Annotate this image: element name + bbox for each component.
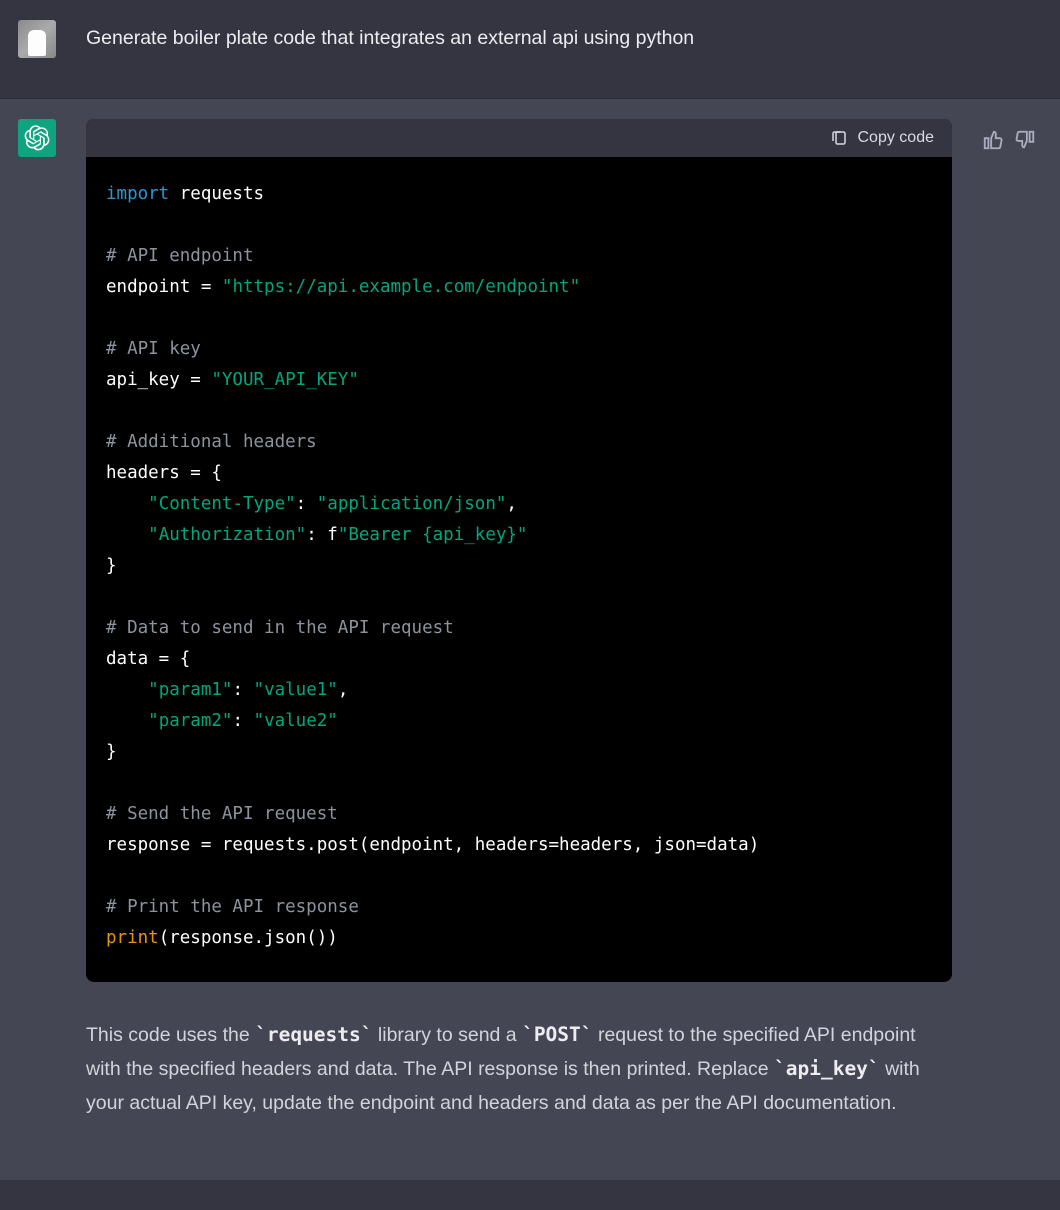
code-token: endpoint =	[106, 277, 222, 297]
code-token: # API key	[106, 339, 201, 359]
explanation-text: library to send a	[373, 1024, 523, 1046]
code-token: "param2"	[148, 711, 232, 731]
assistant-explanation: This code uses the `requests` library to…	[86, 1018, 952, 1120]
user-avatar	[18, 20, 56, 58]
code-token: "https://api.example.com/endpoint"	[222, 277, 580, 297]
code-token: response = requests.post(endpoint, heade…	[106, 835, 759, 855]
code-token: "Content-Type"	[148, 494, 296, 514]
code-token	[106, 494, 148, 514]
user-prompt-text: Generate boiler plate code that integrat…	[86, 20, 1042, 53]
code-token: ,	[338, 680, 349, 700]
code-token: "Authorization"	[148, 525, 306, 545]
code-token: import	[106, 184, 169, 204]
code-block-header: Copy code	[86, 119, 952, 157]
code-token: # Additional headers	[106, 432, 317, 452]
code-token: ,	[506, 494, 517, 514]
copy-code-button[interactable]: Copy code	[830, 129, 935, 147]
code-token: "param1"	[148, 680, 232, 700]
code-block: Copy code import requests # API endpoint…	[86, 119, 952, 982]
assistant-message-row: Copy code import requests # API endpoint…	[0, 99, 1060, 1180]
code-token: requests	[169, 184, 264, 204]
code-token: api_key =	[106, 370, 211, 390]
code-token: :	[232, 680, 253, 700]
code-body: import requests # API endpoint endpoint …	[86, 157, 952, 982]
user-message-content: Generate boiler plate code that integrat…	[86, 20, 1042, 53]
code-token: "application/json"	[317, 494, 507, 514]
inline-code: `POST`	[522, 1023, 592, 1046]
code-token: :	[296, 494, 317, 514]
code-token: # Send the API request	[106, 804, 338, 824]
clipboard-icon	[830, 129, 848, 147]
code-token	[106, 680, 148, 700]
code-token: :	[232, 711, 253, 731]
code-token: "YOUR_API_KEY"	[211, 370, 359, 390]
inline-code: `requests`	[255, 1023, 372, 1046]
explanation-text: This code uses the	[86, 1024, 255, 1046]
code-token: headers = {	[106, 463, 222, 483]
copy-code-label: Copy code	[858, 129, 935, 147]
code-token: # Data to send in the API request	[106, 618, 454, 638]
code-token: }	[106, 742, 117, 762]
user-message-row: Generate boiler plate code that integrat…	[0, 0, 1060, 99]
code-token: : f	[306, 525, 338, 545]
assistant-avatar	[18, 119, 56, 157]
code-token: "value2"	[254, 711, 338, 731]
feedback-buttons	[982, 119, 1042, 151]
assistant-message-content: Copy code import requests # API endpoint…	[86, 119, 952, 1120]
thumbs-down-icon[interactable]	[1014, 129, 1036, 151]
inline-code: `api_key`	[774, 1057, 880, 1080]
code-token: (response.json())	[159, 928, 338, 948]
code-token: "value1"	[254, 680, 338, 700]
code-token: data = {	[106, 649, 190, 669]
code-token: "Bearer {api_key}"	[338, 525, 528, 545]
code-token	[106, 525, 148, 545]
code-token	[106, 711, 148, 731]
code-token: print	[106, 928, 159, 948]
openai-logo-icon	[24, 125, 50, 151]
code-token: # API endpoint	[106, 246, 254, 266]
code-token: }	[106, 556, 117, 576]
code-token: # Print the API response	[106, 897, 359, 917]
thumbs-up-icon[interactable]	[982, 129, 1004, 151]
